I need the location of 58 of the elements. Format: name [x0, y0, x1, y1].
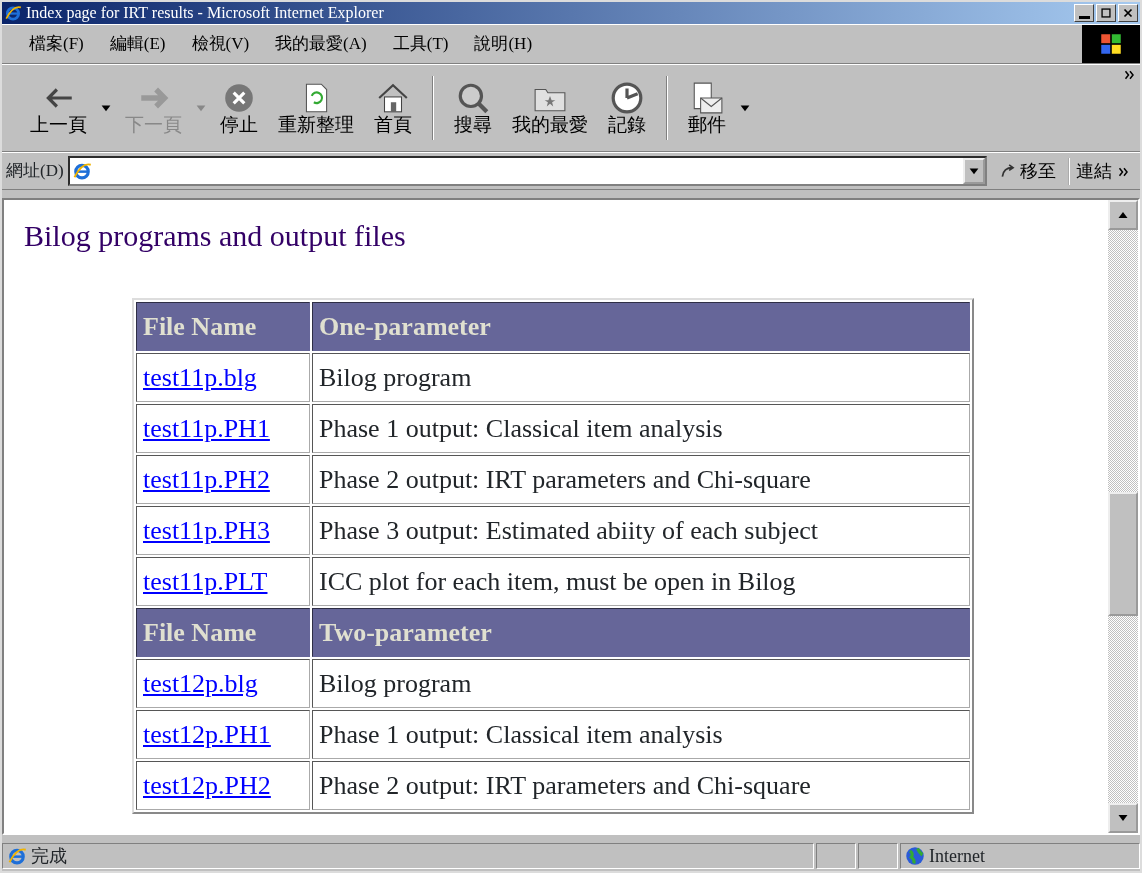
clock-icon	[610, 80, 644, 115]
page-icon	[71, 161, 92, 181]
caret-icon	[969, 166, 979, 176]
close-icon	[1121, 6, 1135, 20]
toolbar-button[interactable]: 搜尋	[444, 80, 502, 136]
zone-text: Internet	[929, 844, 985, 868]
close-button[interactable]	[1118, 4, 1138, 22]
minimize-icon	[1078, 15, 1090, 19]
toolbar-button[interactable]: 重新整理	[268, 80, 364, 136]
table-cell: Phase 3 output: Estimated abiity of each subject	[312, 506, 970, 555]
menu-item[interactable]: 檢視(V)	[178, 31, 263, 57]
toolbar-button[interactable]: 郵件	[678, 80, 736, 136]
table-cell: Phase 2 output: IRT parameters and Chi-square	[312, 761, 970, 810]
toolbar-button[interactable]: 記錄	[598, 80, 656, 136]
page-heading: Bilog programs and output files	[24, 218, 407, 254]
status-panel	[816, 843, 856, 869]
links-button[interactable]: 連結	[1068, 157, 1136, 185]
scrollbar-thumb[interactable]	[1108, 492, 1138, 616]
toolbar-button[interactable]: 我的最愛	[502, 80, 598, 136]
windows-logo-icon	[1098, 31, 1124, 57]
table-cell: Bilog program	[312, 659, 970, 708]
maximize-button[interactable]	[1096, 4, 1116, 22]
chevron-icon[interactable]	[1124, 69, 1136, 81]
column-header: File Name	[136, 608, 310, 657]
menu-item[interactable]: 我的最愛(A)	[262, 31, 380, 57]
scroll-up-button[interactable]	[1108, 200, 1138, 230]
address-label: 網址(D)	[6, 160, 64, 183]
table-cell: Phase 1 output: Classical item analysis	[312, 404, 970, 453]
menu-item[interactable]: 說明(H)	[461, 31, 546, 57]
dropdown-button[interactable]	[963, 158, 985, 184]
status-panel	[858, 843, 898, 869]
chevron-icon	[1118, 166, 1130, 179]
column-header: Two-parameter	[312, 608, 970, 657]
table-cell: ICC plot for each item, must be open in Bilog	[312, 557, 970, 606]
caret-icon[interactable]	[101, 103, 111, 113]
address-field[interactable]	[67, 156, 987, 186]
minimize-button[interactable]	[1074, 4, 1094, 22]
scroll-down-button[interactable]	[1108, 803, 1138, 833]
browser-icon	[4, 4, 22, 22]
caret-icon[interactable]	[740, 103, 750, 113]
column-header: One-parameter	[312, 302, 970, 351]
toolbar-button[interactable]: 上一頁	[20, 80, 97, 136]
go-button[interactable]: 移至	[991, 157, 1064, 185]
status-text: 完成	[31, 844, 67, 868]
maximize-icon	[1099, 6, 1113, 20]
globe-icon	[905, 846, 925, 866]
menu-item[interactable]: 編輯(E)	[96, 31, 179, 57]
page-icon	[7, 846, 27, 866]
menu-item[interactable]: 工具(T)	[379, 31, 462, 57]
menu-item[interactable]: 檔案(F)	[16, 31, 97, 57]
column-header: File Name	[136, 302, 310, 351]
table-cell: Phase 2 output: IRT parameters and Chi-square	[312, 455, 970, 504]
go-arrow-icon	[999, 162, 1017, 180]
table-cell: Phase 1 output: Classical item analysis	[312, 710, 970, 759]
window-title: Index page for IRT results - Microsoft Internet Explorer	[26, 3, 384, 24]
toolbar-button[interactable]: 首頁	[364, 80, 422, 136]
toolbar-button[interactable]: 停止	[210, 80, 268, 136]
table-cell: Bilog program	[312, 353, 970, 402]
